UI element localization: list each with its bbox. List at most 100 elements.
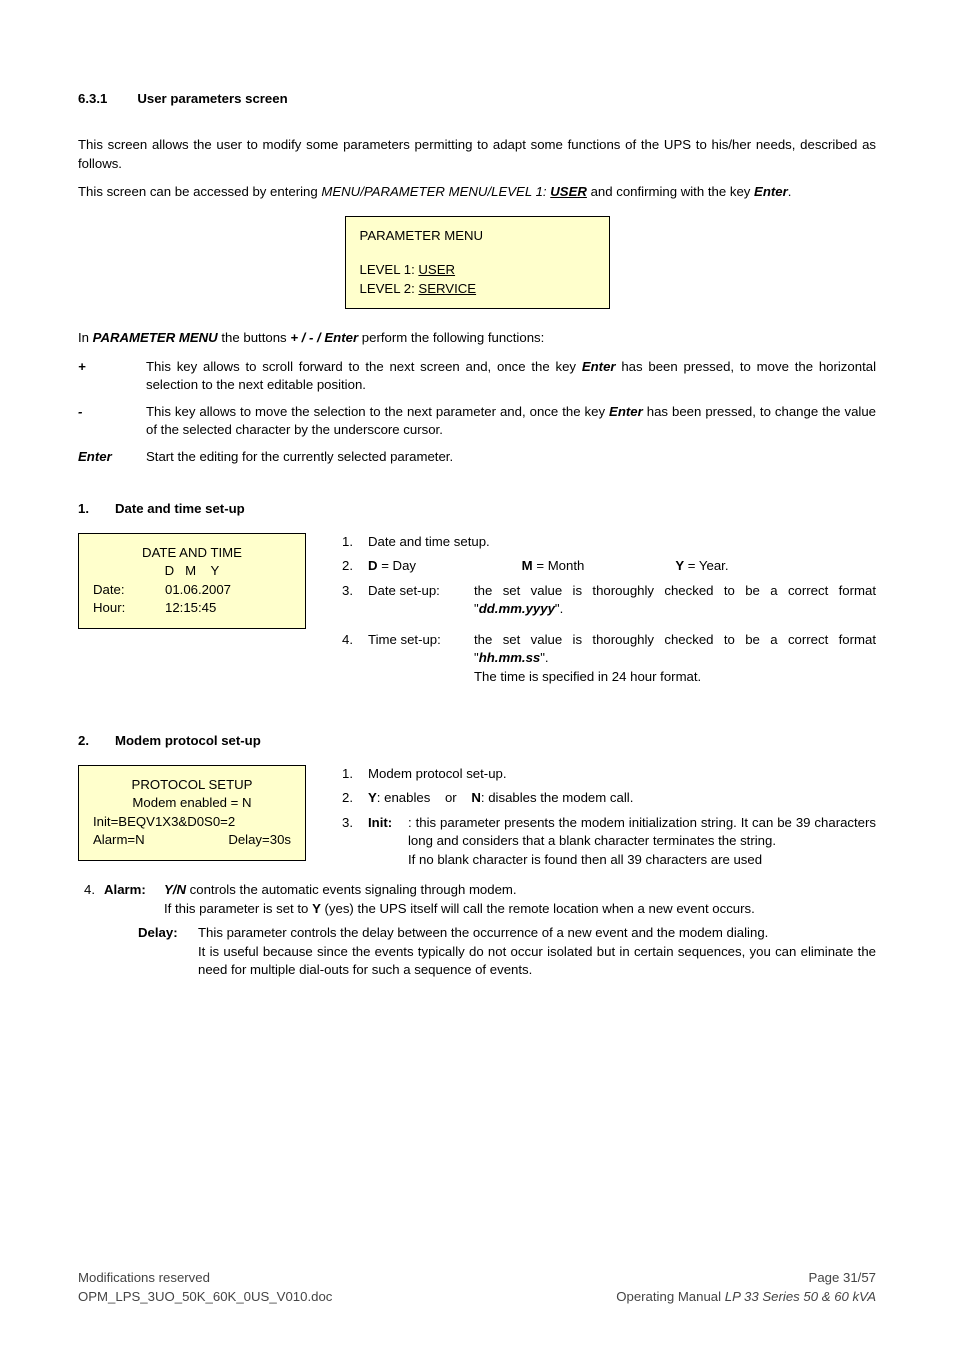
- section-1-body: DATE AND TIME D M Y Date:01.06.2007 Hour…: [78, 533, 876, 698]
- pm-sentence: In PARAMETER MENU the buttons + / - / En…: [78, 329, 876, 347]
- value: the set value is thoroughly checked to b…: [474, 582, 876, 619]
- footer-left: Modifications reserved OPM_LPS_3UO_50K_6…: [78, 1269, 332, 1306]
- screen-line: Init=BEQV1X3&D0S0=2: [93, 813, 291, 831]
- text: = Month: [533, 558, 585, 573]
- content: Init: : this parameter presents the mode…: [368, 814, 876, 869]
- key-minus: -: [78, 403, 146, 421]
- content: D = Day M = Month Y = Year.: [368, 557, 876, 575]
- protocol-setup-screen: PROTOCOL SETUP Modem enabled = N Init=BE…: [78, 765, 306, 861]
- list-item: 2. D = Day M = Month Y = Year.: [342, 557, 876, 575]
- key-plus: +: [78, 358, 146, 376]
- text: (yes) the UPS itself will call the remot…: [321, 901, 755, 916]
- parameter-menu-screen: PARAMETER MENU LEVEL 1: USER LEVEL 2: SE…: [345, 216, 610, 309]
- value: the set value is thoroughly checked to b…: [474, 631, 876, 686]
- dmy-header: D M Y: [93, 562, 291, 580]
- text: If no blank character is found then all …: [408, 852, 762, 867]
- list-item-4: 4. Alarm: Y/N controls the automatic eve…: [84, 881, 876, 918]
- format: dd.mm.yyyy: [479, 601, 555, 616]
- content: Y: enables or N: disables the modem call…: [368, 789, 876, 807]
- screen-title: DATE AND TIME: [93, 544, 291, 562]
- menu-path: MENU/PARAMETER MENU/LEVEL 1:: [321, 184, 550, 199]
- delay-body: This parameter controls the delay betwee…: [198, 924, 876, 979]
- list-item: 3. Init: : this parameter presents the m…: [342, 814, 876, 869]
- text: USER: [418, 262, 455, 277]
- key-minus-desc: This key allows to move the selection to…: [146, 403, 876, 440]
- text: D: [368, 558, 378, 573]
- subheading-1: 1. Date and time set-up: [78, 500, 876, 518]
- date-value: 01.06.2007: [165, 581, 231, 599]
- text: This key allows to scroll forward to the…: [146, 359, 582, 374]
- text: Y: [675, 558, 684, 573]
- delay-label: Delay:: [138, 924, 198, 979]
- number: 3.: [342, 814, 368, 832]
- delay-row: Delay: This parameter controls the delay…: [84, 924, 876, 979]
- list-item: 1.Modem protocol set-up.: [342, 765, 876, 783]
- screen-title: PROTOCOL SETUP: [93, 776, 291, 794]
- text: and confirming with the key: [587, 184, 754, 199]
- text: LEVEL 1:: [360, 262, 419, 277]
- subheading-num: 1.: [78, 500, 89, 518]
- section-2-continued: 4. Alarm: Y/N controls the automatic eve…: [84, 881, 876, 979]
- number: 4.: [84, 881, 104, 918]
- text: PARAMETER MENU: [93, 330, 218, 345]
- label: Time set-up:: [368, 631, 474, 649]
- text: In: [78, 330, 93, 345]
- list-item: 1.Date and time setup.: [342, 533, 876, 551]
- footer-right: Page 31/57 Operating Manual LP 33 Series…: [616, 1269, 876, 1306]
- number: 3.: [342, 582, 368, 600]
- text: ".: [540, 650, 548, 665]
- text: Operating Manual: [616, 1289, 725, 1304]
- section-heading: 6.3.1 User parameters screen: [78, 90, 876, 108]
- key-plus-row: + This key allows to scroll forward to t…: [78, 358, 876, 395]
- number: 2.: [342, 789, 368, 807]
- text: perform the following functions:: [358, 330, 544, 345]
- text: N: [471, 790, 481, 805]
- text: The time is specified in 24 hour format.: [474, 669, 701, 684]
- alarm-label: Alarm:: [104, 881, 164, 918]
- text: It is useful because since the events ty…: [198, 944, 876, 977]
- text: Y: [368, 790, 377, 805]
- text: This key allows to move the selection to…: [146, 404, 609, 419]
- subheading-title: Modem protocol set-up: [115, 732, 261, 750]
- screen-line: LEVEL 2: SERVICE: [360, 280, 595, 298]
- key-enter: Enter: [78, 448, 146, 466]
- text: LP 33 Series 50 & 60 kVA: [725, 1289, 876, 1304]
- text: the buttons: [218, 330, 291, 345]
- content: Date and time setup.: [368, 533, 876, 551]
- key-enter: Enter: [754, 184, 788, 199]
- alarm-body: Y/N controls the automatic events signal…: [164, 881, 876, 918]
- value: : this parameter presents the modem init…: [408, 814, 876, 869]
- footer-line: OPM_LPS_3UO_50K_60K_0US_V010.doc: [78, 1288, 332, 1306]
- text: .: [788, 184, 792, 199]
- text: : disables the modem call.: [481, 790, 633, 805]
- text: ".: [555, 601, 563, 616]
- date-time-screen: DATE AND TIME D M Y Date:01.06.2007 Hour…: [78, 533, 306, 629]
- footer-page: Page 31/57: [616, 1269, 876, 1287]
- subheading-2: 2. Modem protocol set-up: [78, 732, 876, 750]
- subheading-num: 2.: [78, 732, 89, 750]
- text: Delay=30s: [228, 831, 291, 849]
- text: controls the automatic events signaling …: [186, 882, 517, 897]
- heading-title: User parameters screen: [137, 90, 287, 108]
- number: 2.: [342, 557, 368, 575]
- numbered-list: 1.Date and time setup. 2. D = Day M = Mo…: [342, 533, 876, 692]
- text: : enables or: [377, 790, 472, 805]
- footer-line: Modifications reserved: [78, 1269, 332, 1287]
- text: Enter: [609, 404, 643, 419]
- number: 1.: [342, 765, 368, 783]
- list-item: 4. Time set-up:the set value is thorough…: [342, 631, 876, 692]
- screen-line: Modem enabled = N: [93, 794, 291, 812]
- menu-user: USER: [550, 184, 587, 199]
- text: If this parameter is set to: [164, 901, 312, 916]
- label: Date set-up:: [368, 582, 474, 600]
- text: : this parameter presents the modem init…: [408, 815, 876, 848]
- hour-label: Hour:: [93, 599, 165, 617]
- content: Modem protocol set-up.: [368, 765, 876, 783]
- text: Alarm=N: [93, 831, 145, 849]
- intro-paragraph-2: This screen can be accessed by entering …: [78, 183, 876, 201]
- footer-line: Operating Manual LP 33 Series 50 & 60 kV…: [616, 1288, 876, 1306]
- format: hh.mm.ss: [479, 650, 541, 665]
- hour-value: 12:15:45: [165, 599, 216, 617]
- text: + / - / Enter: [290, 330, 358, 345]
- text: M: [522, 558, 533, 573]
